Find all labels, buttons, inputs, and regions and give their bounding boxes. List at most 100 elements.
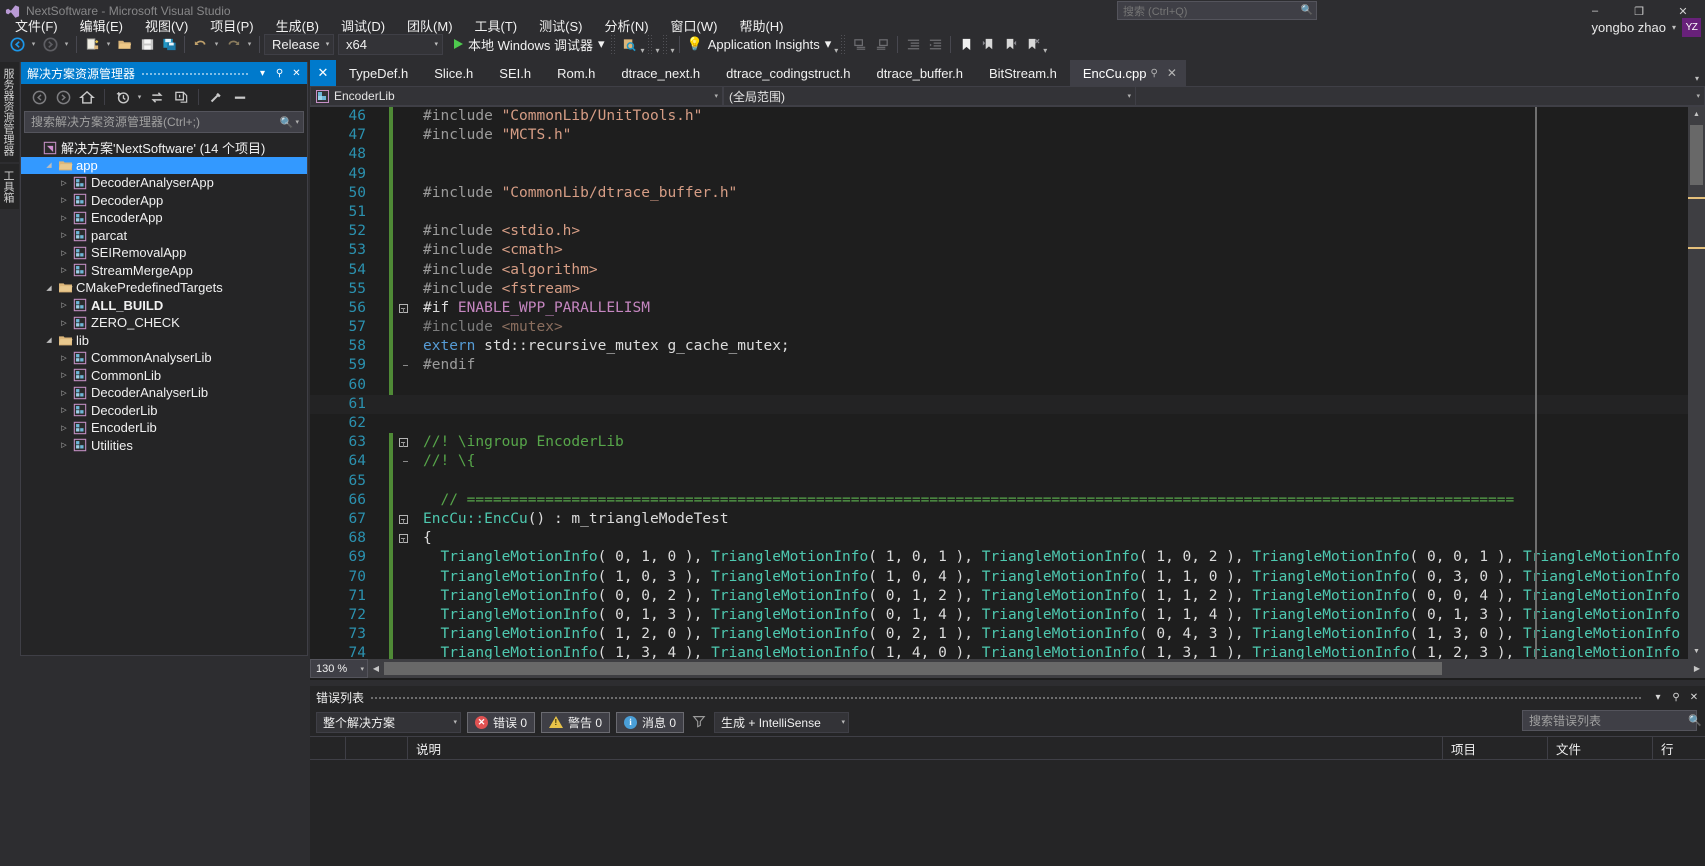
pin-icon[interactable]: ⚲ — [1146, 68, 1161, 79]
chevron-down-icon[interactable]: ▾ — [103, 33, 114, 55]
pin-icon[interactable]: ⚲ — [271, 63, 288, 83]
tree-item-zero-check[interactable]: ▷ ZERO_CHECK — [21, 314, 307, 332]
toolbar-grip[interactable] — [840, 34, 848, 54]
code-line[interactable]: 58 extern std::recursive_mutex g_cache_mu… — [310, 337, 1705, 357]
code-line[interactable]: 55 #include <fstream> — [310, 279, 1705, 299]
chevron-down-icon[interactable]: ▾ — [1127, 92, 1131, 100]
tree-item-decoderanalyserapp[interactable]: ▷ DecoderAnalyserApp — [21, 174, 307, 192]
search-icon[interactable]: 🔍 — [1688, 714, 1705, 727]
code-line[interactable]: 52 #include <stdio.h> — [310, 222, 1705, 242]
outlining-margin[interactable]: − — [393, 534, 413, 544]
expand-triangle-icon[interactable]: ▷ — [57, 179, 71, 187]
document-tab-sei-h[interactable]: SEI.h — [486, 60, 545, 86]
show-all-files-icon[interactable] — [228, 86, 252, 108]
document-tab-dtrace-codingstruct-h[interactable]: dtrace_codingstruct.h — [713, 60, 864, 86]
document-tab-dtrace-buffer-h[interactable]: dtrace_buffer.h — [863, 60, 976, 86]
sync-with-active-document-icon[interactable] — [145, 86, 169, 108]
drag-handle[interactable] — [141, 62, 248, 84]
undo-icon[interactable] — [189, 33, 211, 55]
tree-item-cmakepredefinedtargets[interactable]: ◢ CMakePredefinedTargets — [21, 279, 307, 297]
tree-item-seiremovalapp[interactable]: ▷ SEIRemovalApp — [21, 244, 307, 262]
build-intellisense-combo[interactable]: 生成 + IntelliSense ▾ — [714, 711, 850, 733]
chevron-down-icon[interactable]: ▾ — [1689, 74, 1705, 83]
chevron-down-icon[interactable]: ▾ — [360, 665, 364, 673]
horizontal-scroll-track[interactable] — [384, 659, 1689, 678]
expand-triangle-icon[interactable]: ▷ — [57, 441, 71, 449]
uncomment-selection-icon[interactable] — [871, 33, 893, 55]
navigation-scope-combo[interactable]: (全局范围) ▾ — [723, 86, 1136, 106]
scroll-up-button[interactable]: ▲ — [1688, 107, 1705, 122]
code-line[interactable]: 46 #include "CommonLib/UnitTools.h" — [310, 107, 1705, 127]
outlining-margin[interactable]: − — [393, 438, 413, 448]
column-header-code[interactable] — [346, 736, 408, 760]
toolbar-grip[interactable] — [609, 34, 617, 54]
clear-bookmarks-icon[interactable] — [1021, 33, 1043, 55]
panel-menu-button[interactable]: ▾ — [254, 63, 271, 83]
expand-triangle-icon[interactable]: ▷ — [57, 249, 71, 257]
code-line[interactable]: 57 #include <mutex> — [310, 318, 1705, 338]
close-icon[interactable]: ✕ — [1685, 687, 1703, 707]
errors-filter-button[interactable]: ✕ 错误 0 — [467, 711, 536, 733]
save-all-icon[interactable] — [158, 33, 180, 55]
back-arrow-icon[interactable] — [27, 86, 51, 108]
tree-item-utilities[interactable]: ▷ Utilities — [21, 437, 307, 455]
code-line[interactable]: 60 — [310, 375, 1705, 395]
code-line[interactable]: 61 — [310, 394, 1705, 414]
tree-item-decoderanalyserlib[interactable]: ▷ DecoderAnalyserLib — [21, 384, 307, 402]
drag-handle[interactable] — [370, 686, 1643, 708]
open-folder-icon[interactable] — [114, 33, 136, 55]
chevron-down-icon[interactable]: ▾ — [211, 33, 222, 55]
chevron-down-icon[interactable]: ▾ — [714, 92, 718, 100]
document-tab-typedef-h[interactable]: TypeDef.h — [336, 60, 422, 86]
toolbar-grip[interactable] — [646, 34, 654, 54]
code-line[interactable]: 51 — [310, 202, 1705, 223]
tree-item-decoderlib[interactable]: ▷ DecoderLib — [21, 402, 307, 420]
application-insights-button[interactable]: 💡 Application Insights ▾ — [684, 33, 835, 55]
solution-tree[interactable]: ◥ 解决方案'NextSoftware' (14 个项目) ◢ app ▷ Decoder… — [21, 136, 307, 454]
solution-platform-combo[interactable]: x64 ▾ — [338, 33, 443, 55]
previous-bookmark-icon[interactable] — [977, 33, 999, 55]
column-header-project[interactable]: 项目 — [1443, 736, 1548, 760]
close-icon[interactable]: ✕ — [288, 63, 305, 83]
expand-triangle-icon[interactable]: ▷ — [57, 196, 71, 204]
messages-filter-button[interactable]: i 消息 0 — [616, 711, 685, 733]
navigate-backward-icon[interactable] — [6, 33, 28, 55]
code-line[interactable]: 72 TriangleMotionInfo( 0, 1, 3 ), Triang… — [310, 605, 1705, 626]
code-line[interactable]: 53 #include <cmath> — [310, 241, 1705, 261]
column-header-line[interactable]: 行 — [1653, 736, 1705, 760]
navigation-member-combo[interactable]: ▾ — [1136, 86, 1705, 106]
column-header-description[interactable]: 说明 — [408, 736, 1443, 760]
document-tab-enccu-cpp[interactable]: EncCu.cpp ⚲ ✕ — [1069, 60, 1186, 86]
next-bookmark-icon[interactable] — [999, 33, 1021, 55]
close-document-button[interactable]: ✕ — [310, 60, 336, 86]
collapse-all-icon[interactable] — [169, 86, 193, 108]
forward-arrow-icon[interactable] — [51, 86, 75, 108]
scroll-right-button[interactable]: ▶ — [1689, 659, 1705, 678]
document-tab-rom-h[interactable]: Rom.h — [544, 60, 609, 86]
code-line[interactable]: 54 #include <algorithm> — [310, 260, 1705, 280]
panel-menu-button[interactable]: ▾ — [1649, 687, 1667, 707]
code-line[interactable]: 65 — [310, 471, 1705, 491]
scroll-left-button[interactable]: ◀ — [368, 659, 384, 678]
pin-icon[interactable]: ⚲ — [1667, 687, 1685, 707]
expand-triangle-icon[interactable]: ▷ — [57, 266, 71, 274]
code-line[interactable]: 66 // ==================================… — [310, 490, 1705, 510]
chevron-down-icon[interactable]: ▾ — [842, 718, 846, 726]
vertical-tool-tab-0[interactable]: 服务器资源管理器 — [0, 62, 19, 162]
chevron-down-icon[interactable]: ▾ — [61, 33, 72, 55]
increase-indent-icon[interactable] — [924, 33, 946, 55]
filter-icon[interactable] — [690, 714, 708, 731]
chevron-down-icon[interactable]: ▾ — [295, 118, 303, 126]
properties-icon[interactable] — [204, 86, 228, 108]
code-line[interactable]: 47 #include "MCTS.h" — [310, 126, 1705, 146]
collapse-triangle-icon[interactable]: ◢ — [42, 336, 56, 344]
toolbar-overflow-button[interactable]: ▾ — [641, 46, 645, 57]
vertical-tool-tab-1[interactable]: 工具箱 — [0, 164, 19, 209]
start-debugging-button[interactable]: 本地 Windows 调试器 ▾ — [449, 33, 608, 55]
scroll-down-button[interactable]: ▼ — [1688, 644, 1705, 659]
new-project-icon[interactable] — [81, 33, 103, 55]
solution-configuration-combo[interactable]: Release ▾ — [264, 33, 334, 55]
document-tab-dtrace-next-h[interactable]: dtrace_next.h — [608, 60, 714, 86]
error-list-rows[interactable] — [310, 760, 1705, 860]
column-header-icon[interactable] — [310, 736, 346, 760]
